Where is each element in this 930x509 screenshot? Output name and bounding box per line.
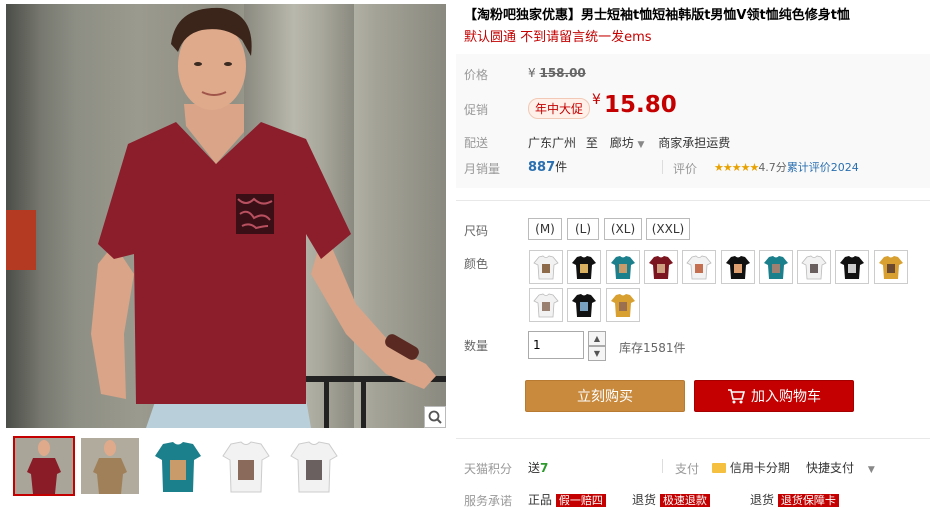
tshirt-icon xyxy=(610,256,635,279)
shipping-info: 广东广州 至 廊坊 ▼ 商家承担运费 xyxy=(528,136,731,150)
cart-icon xyxy=(728,389,745,404)
quantity-input[interactable] xyxy=(528,331,584,359)
divider xyxy=(456,438,930,439)
color-swatch-5[interactable] xyxy=(682,250,717,284)
buy-now-button[interactable]: 立刻购买 xyxy=(525,380,685,412)
product-title: 【淘粉吧独家优惠】男士短袖t恤短袖韩版t男恤V领t恤纯色修身t恤 xyxy=(464,8,850,23)
service-item-2[interactable]: 退货 极速退款 xyxy=(632,491,710,508)
tshirt-icon xyxy=(610,294,635,317)
quantity-increase-button[interactable]: ▲ xyxy=(588,331,606,346)
color-swatch-11[interactable] xyxy=(529,288,563,322)
thumbnail-4[interactable] xyxy=(217,438,275,494)
divider xyxy=(662,459,663,473)
tshirt-icon xyxy=(533,255,559,280)
original-price: ¥ 158.00 xyxy=(528,66,586,80)
model-figure xyxy=(91,7,436,428)
points-value: 送7 xyxy=(528,461,549,475)
sales-label: 月销量 xyxy=(464,162,501,176)
tshirt-icon xyxy=(840,256,865,279)
tshirt-icon xyxy=(533,293,559,318)
payment-label: 支付 xyxy=(675,462,700,476)
color-swatch-9[interactable] xyxy=(835,250,870,284)
shipping-label: 配送 xyxy=(464,136,489,150)
tshirt-icon xyxy=(878,256,903,279)
shipping-note: 商家承担运费 xyxy=(658,136,731,150)
shipping-from: 广东广州 xyxy=(528,136,577,150)
star-rating-icon: ★★★★★ xyxy=(714,161,759,174)
size-option-xl[interactable]: (XL) xyxy=(604,218,642,240)
chevron-down-icon: ▼ xyxy=(867,465,875,475)
main-product-image[interactable] xyxy=(6,4,446,428)
credit-installment[interactable]: 信用卡分期 xyxy=(712,459,790,476)
divider xyxy=(456,200,930,201)
credit-card-icon xyxy=(712,463,726,473)
chevron-down-icon: ▼ xyxy=(593,349,601,358)
quick-pay[interactable]: 快捷支付 ▼ xyxy=(806,459,875,476)
color-label: 颜色 xyxy=(464,257,489,271)
stock-text: 库存1581件 xyxy=(619,341,686,355)
color-swatch-1[interactable] xyxy=(529,250,563,284)
chevron-down-icon[interactable]: ▼ xyxy=(638,140,645,150)
size-label: 尺码 xyxy=(464,224,489,238)
rating-block[interactable]: ★★★★★4.7分累计评价2024 xyxy=(714,159,859,175)
quantity-label: 数量 xyxy=(464,339,489,353)
review-label: 评价 xyxy=(673,162,698,176)
points-label: 天猫积分 xyxy=(464,462,513,476)
quantity-decrease-button[interactable]: ▼ xyxy=(588,346,606,361)
thumbnail-5[interactable] xyxy=(285,438,343,494)
size-option-xxl[interactable]: (XXL) xyxy=(646,218,690,240)
promo-currency: ¥ xyxy=(592,92,601,108)
color-swatch-12[interactable] xyxy=(567,288,602,322)
divider xyxy=(662,160,663,174)
size-option-m[interactable]: (M) xyxy=(528,218,562,240)
size-option-l[interactable]: (L) xyxy=(567,218,599,240)
color-swatch-7[interactable] xyxy=(758,250,793,284)
service-item-3[interactable]: 退货 退货保障卡 xyxy=(750,491,839,508)
promo-price: 15.80 xyxy=(604,92,677,118)
price-label: 价格 xyxy=(464,68,489,82)
chevron-up-icon: ▲ xyxy=(593,334,601,343)
service-item-1[interactable]: 正品 假一赔四 xyxy=(528,491,606,508)
tshirt-icon xyxy=(648,256,673,279)
color-swatch-3[interactable] xyxy=(605,250,640,284)
tshirt-icon xyxy=(725,256,750,279)
color-swatch-10[interactable] xyxy=(873,250,908,284)
color-swatch-4[interactable] xyxy=(643,250,678,284)
thumbnail-2[interactable] xyxy=(81,438,139,494)
tshirt-icon xyxy=(572,256,597,279)
color-swatch-2[interactable] xyxy=(567,250,602,284)
color-swatch-6[interactable] xyxy=(720,250,755,284)
magnifier-icon xyxy=(428,410,442,424)
tshirt-icon xyxy=(801,255,827,280)
tshirt-icon xyxy=(686,255,712,280)
tshirt-icon xyxy=(572,294,597,317)
tshirt-icon xyxy=(763,256,788,279)
add-to-cart-button[interactable]: 加入购物车 xyxy=(694,380,854,412)
promo-tag: 年中大促 xyxy=(528,98,591,119)
sales-count: 887件 xyxy=(528,160,568,175)
zoom-button[interactable] xyxy=(424,406,446,428)
promo-label: 促销 xyxy=(464,103,489,117)
shipping-destination[interactable]: 廊坊 xyxy=(610,136,634,150)
product-subtitle: 默认圆通 不到请留言统一发ems xyxy=(464,30,652,45)
color-swatch-13[interactable] xyxy=(605,288,640,322)
color-swatch-8[interactable] xyxy=(797,250,832,284)
thumbnail-1[interactable] xyxy=(13,436,75,496)
thumbnail-3[interactable] xyxy=(149,438,207,494)
